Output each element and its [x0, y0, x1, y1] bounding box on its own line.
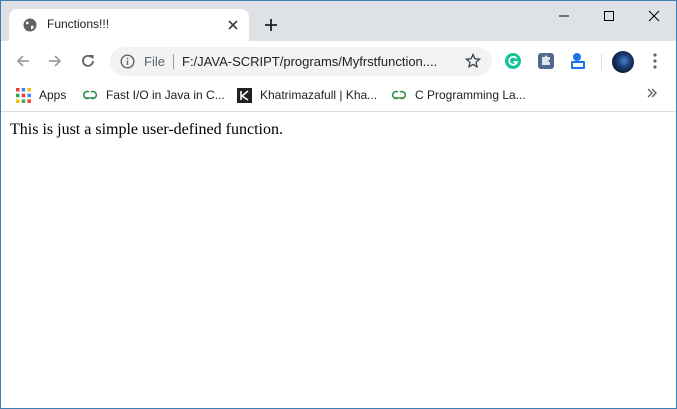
back-arrow-icon: [16, 55, 29, 67]
scheme-divider: [173, 54, 174, 69]
tab-strip: Functions!!!: [1, 1, 676, 41]
url-scheme-label: File: [144, 54, 165, 69]
tab-title: Functions!!!: [47, 17, 110, 31]
bookmarks-bar: Apps Fast I/O in Java in C... Khatrimaza…: [1, 81, 676, 109]
grammarly-extension-icon[interactable]: [504, 52, 522, 70]
puzzle-extension-icon[interactable]: [537, 52, 555, 70]
active-tab[interactable]: Functions!!!: [9, 9, 249, 41]
tab-close-icon[interactable]: [225, 17, 241, 33]
page-text: This is just a simple user-defined funct…: [10, 121, 283, 138]
address-bar[interactable]: File F:/JAVA-SCRIPT/programs/Myfrstfunct…: [110, 47, 492, 76]
bookmark-fast-io[interactable]: Fast I/O in Java in C...: [82, 86, 225, 104]
bookmark-apps[interactable]: Apps: [16, 86, 66, 104]
gfg-icon: [82, 89, 98, 101]
reload-icon: [82, 54, 94, 67]
globe-icon: [23, 18, 37, 32]
new-tab-button[interactable]: [261, 15, 281, 35]
profile-avatar[interactable]: [612, 51, 634, 73]
bookmark-label: C Programming La...: [415, 88, 526, 102]
back-button[interactable]: [11, 49, 35, 73]
k-logo-icon: [237, 87, 252, 103]
bookmark-c-programming[interactable]: C Programming La...: [391, 86, 526, 104]
forward-button[interactable]: [43, 49, 67, 73]
bookmark-star-icon[interactable]: [464, 52, 482, 74]
minimize-button[interactable]: [541, 1, 586, 31]
info-icon[interactable]: [120, 54, 135, 74]
kebab-menu-icon[interactable]: [647, 52, 663, 70]
url-text[interactable]: F:/JAVA-SCRIPT/programs/Myfrstfunction..…: [182, 54, 437, 69]
maximize-button[interactable]: [586, 1, 631, 31]
bookmark-khatrimazafull[interactable]: Khatrimazafull | Kha...: [237, 86, 377, 104]
bookmark-label: Apps: [39, 88, 67, 102]
video-downloader-extension-icon[interactable]: [569, 52, 587, 70]
apps-grid-icon: [16, 87, 31, 103]
toolbar: File F:/JAVA-SCRIPT/programs/Myfrstfunct…: [1, 41, 676, 81]
bookmark-label: Khatrimazafull | Kha...: [260, 88, 378, 102]
reload-button[interactable]: [76, 49, 100, 73]
chevron-more-icon[interactable]: [646, 86, 658, 102]
bookmark-label: Fast I/O in Java in C...: [106, 88, 225, 102]
browser-window: Functions!!! File F:/JAVA-SCRIPT/program…: [0, 0, 677, 409]
toolbar-divider: [601, 54, 602, 70]
page-content: This is just a simple user-defined funct…: [1, 112, 676, 408]
forward-arrow-icon: [49, 55, 62, 67]
gfg-icon: [391, 89, 407, 101]
close-window-button[interactable]: [631, 1, 676, 31]
